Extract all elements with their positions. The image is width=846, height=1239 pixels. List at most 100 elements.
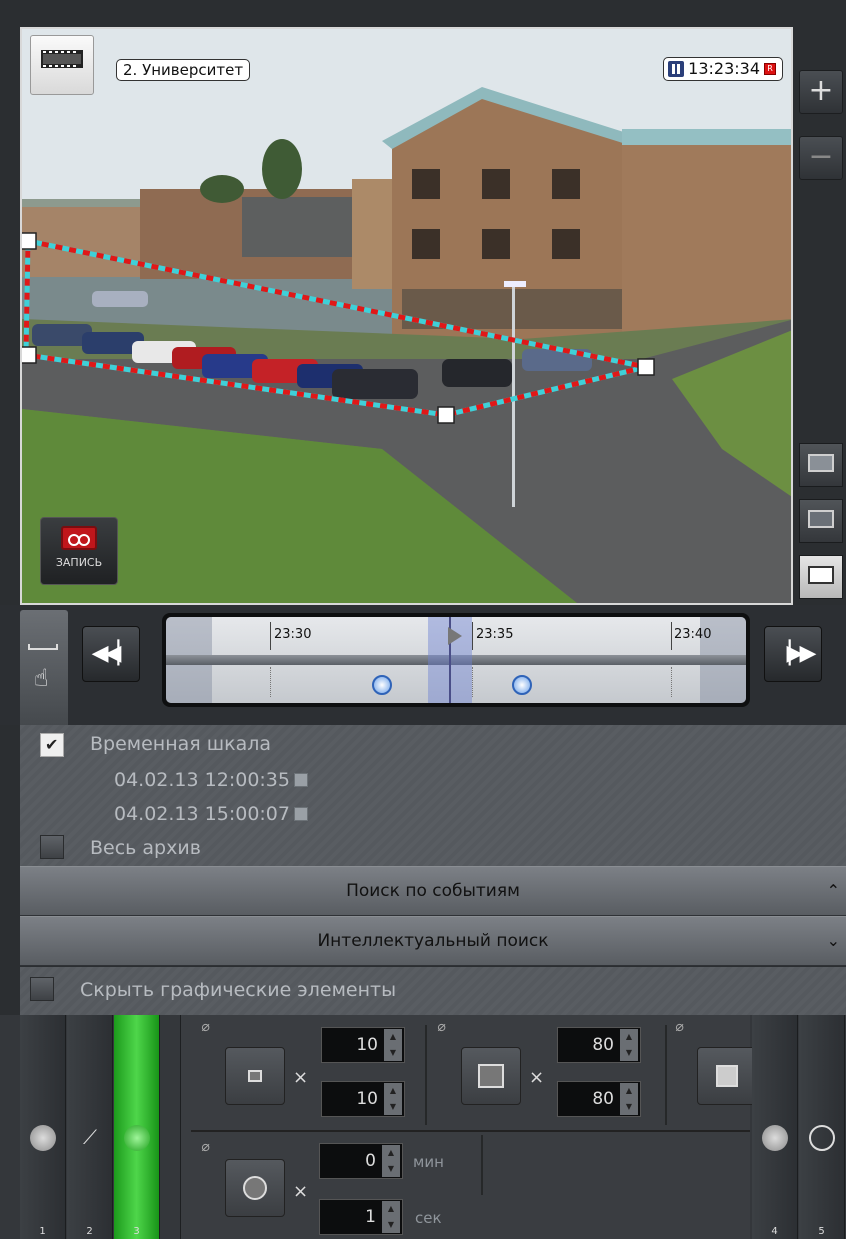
record-label: ЗАПИСЬ bbox=[55, 556, 103, 569]
tool-line-cross[interactable]: ⟋ 2 bbox=[67, 1015, 113, 1239]
visibility-off-icon[interactable]: ⌀ bbox=[201, 1019, 209, 1035]
max-height-stepper[interactable]: 80 bbox=[557, 1081, 641, 1117]
tool-number: 1 bbox=[39, 1226, 46, 1237]
tape-monitor-icon bbox=[808, 510, 834, 528]
hide-graphics-label: Скрыть графические элементы bbox=[80, 979, 397, 1001]
tape-icon bbox=[61, 526, 97, 550]
small-square-icon bbox=[248, 1070, 262, 1082]
timeline-label: 23:30 bbox=[274, 627, 312, 642]
visibility-off-icon[interactable]: ⌀ bbox=[675, 1019, 683, 1035]
collapse-up-icon[interactable]: ⌃ bbox=[827, 867, 840, 915]
camera-name-label: 2. Университет bbox=[116, 59, 251, 81]
date-to-field[interactable]: 04.02.13 15:00:07 bbox=[114, 803, 308, 825]
tool-loitering[interactable]: 3 bbox=[114, 1015, 160, 1239]
tool-number: 2 bbox=[86, 1226, 93, 1237]
timeline-panel: ☝ ◀◀▏ 23:30 23:35 23:40 ▕▶▶ bbox=[0, 605, 846, 728]
multiply-sign: × bbox=[293, 1181, 309, 1202]
whole-archive-checkbox[interactable] bbox=[40, 835, 64, 859]
visibility-off-icon[interactable]: ⌀ bbox=[201, 1139, 209, 1155]
line-cross-icon: ⟋ bbox=[83, 1125, 97, 1149]
tick bbox=[270, 622, 271, 650]
analytics-mode-button[interactable] bbox=[799, 555, 843, 599]
archive-mode-button[interactable] bbox=[799, 499, 843, 543]
zone-icon bbox=[30, 1125, 56, 1151]
hide-graphics-checkbox[interactable] bbox=[30, 977, 54, 1001]
min-size-button[interactable] bbox=[225, 1047, 285, 1105]
dotted-tick bbox=[671, 667, 672, 697]
zoom-in-button[interactable]: + bbox=[799, 70, 843, 114]
interval-end-marker[interactable] bbox=[512, 675, 532, 695]
camera-viewport[interactable]: 2. Университет 13:23:34 R ЗАПИСЬ bbox=[20, 27, 793, 605]
tool-zone-exit[interactable]: 1 bbox=[20, 1015, 66, 1239]
large-square-icon bbox=[478, 1064, 504, 1088]
crowd-icon bbox=[762, 1125, 788, 1151]
divider bbox=[481, 1135, 483, 1195]
recording-indicator-icon: R bbox=[764, 63, 776, 75]
live-mode-button[interactable] bbox=[799, 443, 843, 487]
event-search-title: Поиск по событиям bbox=[346, 881, 520, 901]
step-back-button[interactable]: ◀◀▏ bbox=[82, 626, 140, 682]
min-height-stepper[interactable]: 10 bbox=[321, 1081, 405, 1117]
timeline-label: 23:40 bbox=[674, 627, 712, 642]
clock-icon bbox=[124, 1125, 150, 1151]
tick bbox=[472, 622, 473, 650]
event-search-section[interactable]: Поиск по событиям ⌃ bbox=[20, 866, 846, 916]
divider bbox=[191, 1130, 750, 1132]
color-fill-button[interactable] bbox=[697, 1047, 757, 1105]
interval-start-marker[interactable] bbox=[372, 675, 392, 695]
record-button[interactable]: ЗАПИСЬ bbox=[40, 517, 118, 585]
camera-type-icon[interactable] bbox=[30, 35, 94, 95]
smart-search-tools: 1 ⟋ 2 3 ⌀ × 10 10 ⌀ × 80 80 ⌀ ⌀ × 0 мин … bbox=[0, 1015, 846, 1239]
tick bbox=[671, 622, 672, 650]
camera-time: 13:23:34 bbox=[688, 59, 760, 78]
whole-archive-label: Весь архив bbox=[90, 837, 201, 859]
multiply-sign: × bbox=[293, 1067, 309, 1088]
visibility-off-icon[interactable]: ⌀ bbox=[437, 1019, 445, 1035]
smart-search-title: Интеллектуальный поиск bbox=[317, 931, 549, 951]
dotted-tick bbox=[472, 667, 473, 697]
seconds-unit: сек bbox=[415, 1209, 442, 1227]
tool-number: 4 bbox=[771, 1226, 778, 1237]
timeline-options-panel: Временная шкала 04.02.13 12:00:35 04.02.… bbox=[20, 725, 846, 867]
date-from-field[interactable]: 04.02.13 12:00:35 bbox=[114, 769, 308, 791]
dotted-tick bbox=[270, 667, 271, 697]
calendar-icon[interactable] bbox=[293, 773, 308, 787]
camera-image bbox=[22, 29, 791, 603]
divider bbox=[665, 1025, 667, 1125]
hide-graphics-row: Скрыть графические элементы bbox=[20, 967, 846, 1015]
camera-time-badge[interactable]: 13:23:34 R bbox=[663, 57, 783, 81]
tool-settings-area: ⌀ × 10 10 ⌀ × 80 80 ⌀ ⌀ × 0 мин 1 сек bbox=[180, 1015, 757, 1239]
tool-number: 3 bbox=[133, 1226, 140, 1237]
timeline-tool-button[interactable]: ☝ bbox=[20, 610, 68, 728]
step-forward-button[interactable]: ▕▶▶ bbox=[764, 626, 822, 682]
ruler-icon bbox=[28, 644, 58, 650]
timeline-label: 23:35 bbox=[476, 627, 514, 642]
pause-icon[interactable] bbox=[668, 61, 685, 77]
minutes-unit: мин bbox=[413, 1153, 444, 1171]
play-icon[interactable] bbox=[448, 627, 462, 645]
calendar-icon[interactable] bbox=[293, 807, 308, 821]
expand-down-icon[interactable]: ⌄ bbox=[827, 917, 840, 965]
max-size-button[interactable] bbox=[461, 1047, 521, 1105]
hand-cursor-icon: ☝ bbox=[34, 664, 49, 692]
eye-monitor-icon bbox=[808, 566, 834, 584]
duration-minutes-stepper[interactable]: 0 bbox=[319, 1143, 403, 1179]
duration-button[interactable] bbox=[225, 1159, 285, 1217]
tool-number: 5 bbox=[818, 1226, 825, 1237]
divider bbox=[425, 1025, 427, 1125]
object-move-icon bbox=[809, 1125, 835, 1151]
max-width-stepper[interactable]: 80 bbox=[557, 1027, 641, 1063]
smart-search-section[interactable]: Интеллектуальный поиск ⌄ bbox=[20, 916, 846, 966]
timer-icon bbox=[243, 1176, 267, 1200]
min-width-stepper[interactable]: 10 bbox=[321, 1027, 405, 1063]
paint-bucket-icon bbox=[716, 1065, 738, 1087]
duration-seconds-stepper[interactable]: 1 bbox=[319, 1199, 403, 1235]
zoom-out-button[interactable]: − bbox=[799, 136, 843, 180]
timeline-option-label: Временная шкала bbox=[90, 733, 272, 755]
tool-object-move[interactable]: 5 bbox=[799, 1015, 845, 1239]
tool-crowd[interactable]: 4 bbox=[752, 1015, 798, 1239]
multiply-sign: × bbox=[529, 1067, 545, 1088]
timeline-scale[interactable]: 23:30 23:35 23:40 bbox=[162, 613, 750, 707]
timeline-checkbox[interactable] bbox=[40, 733, 64, 757]
monitor-icon bbox=[808, 454, 834, 472]
